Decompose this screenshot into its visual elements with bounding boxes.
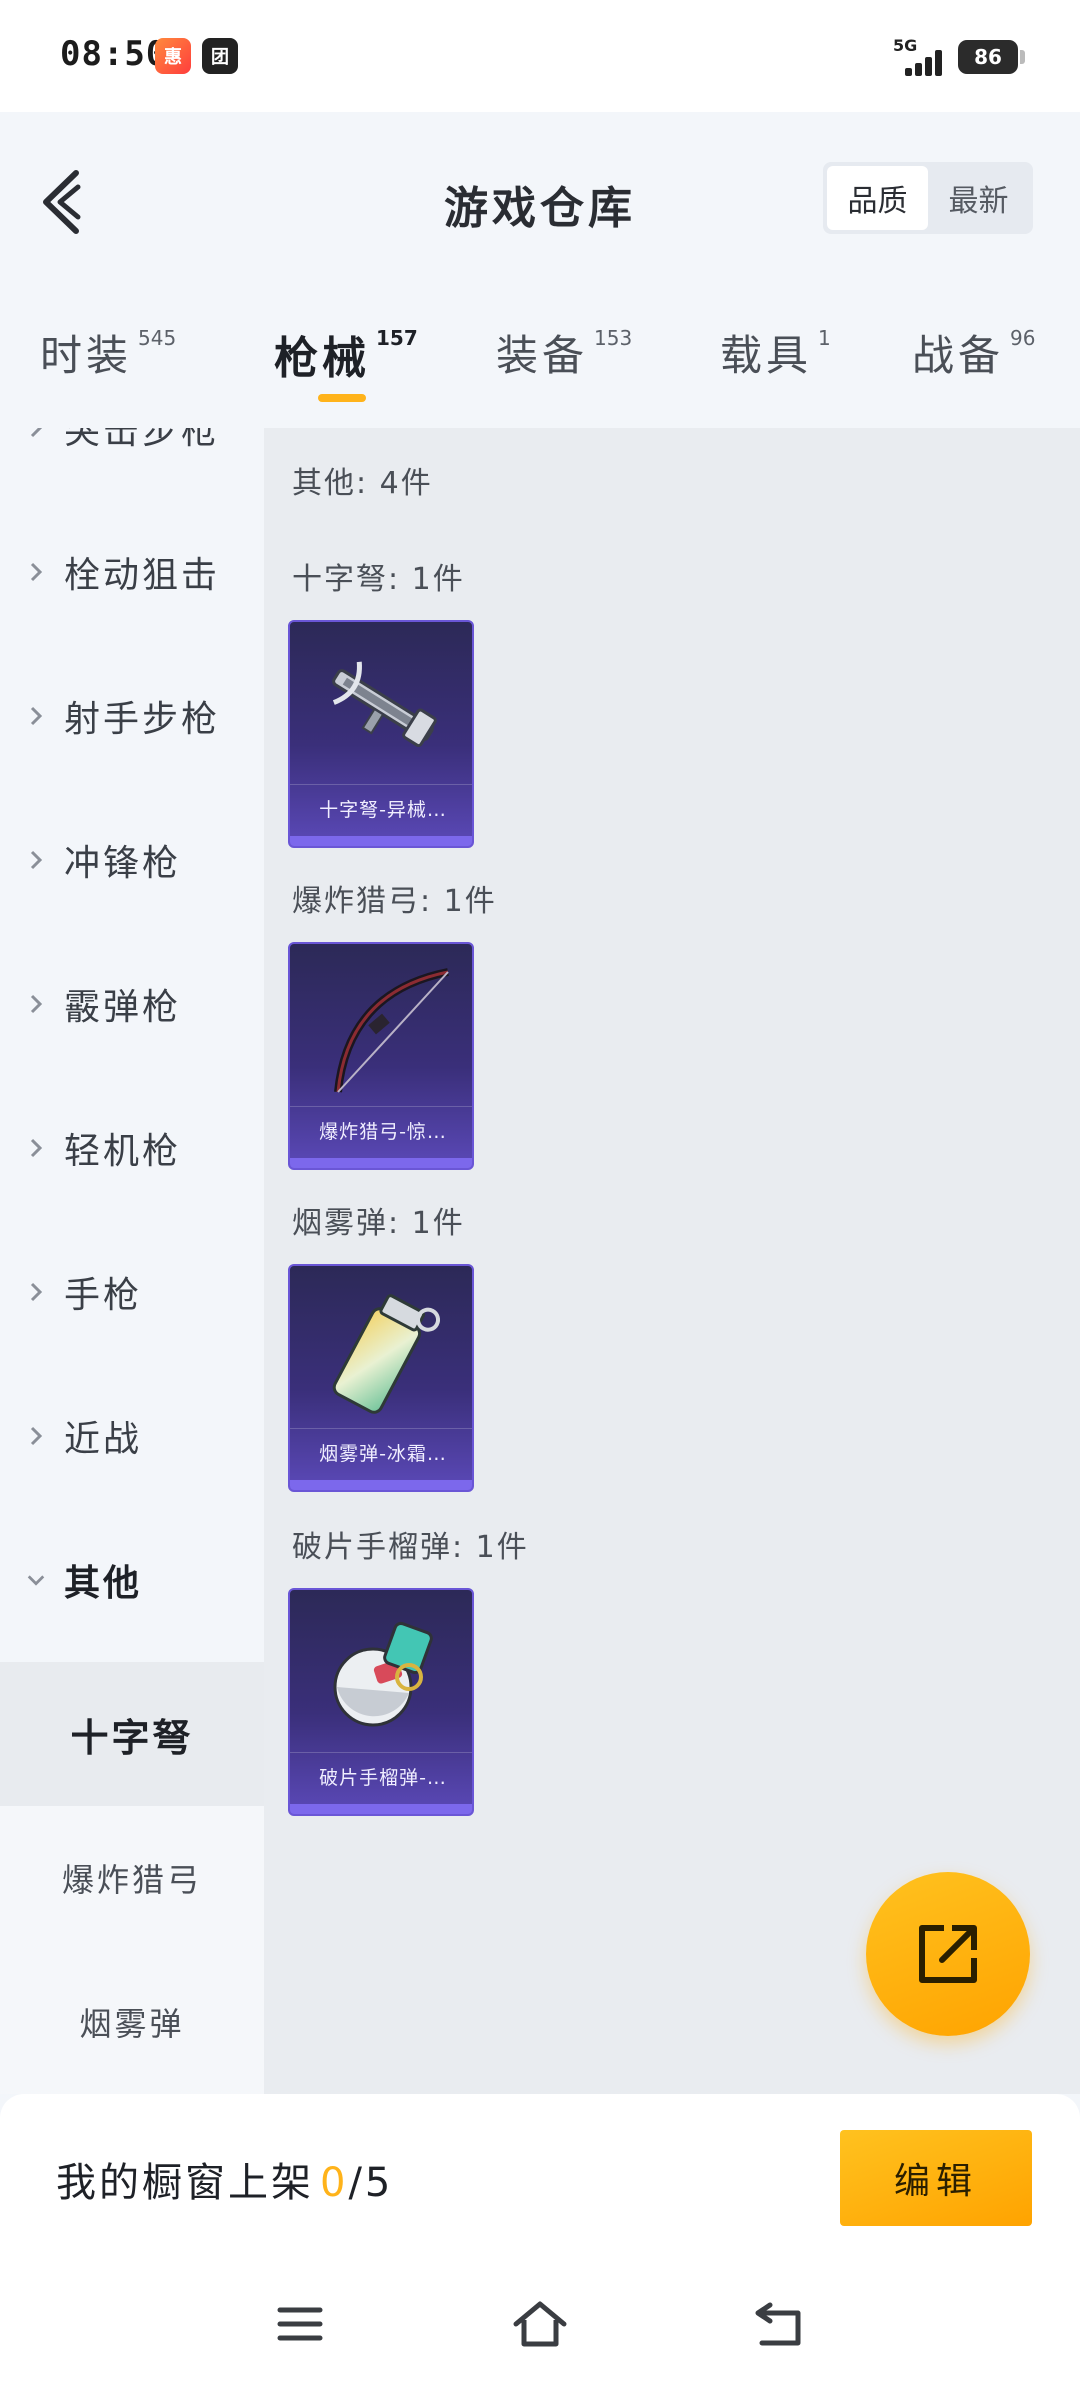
tab-label: 时装 — [40, 331, 133, 380]
showcase-total: /5 — [348, 2160, 394, 2206]
share-button[interactable] — [866, 1872, 1030, 2036]
sidebar-item-label: 轻机枪 — [64, 1131, 182, 1172]
chevron-down-icon — [26, 1570, 46, 1590]
active-tab-indicator — [318, 394, 366, 402]
chevron-right-icon — [26, 1426, 46, 1446]
sort-quality-button[interactable]: 品质 — [827, 166, 928, 230]
tab-count: 545 — [138, 326, 177, 350]
item-name: 十字弩-异械… — [290, 784, 472, 832]
menu-button[interactable] — [270, 2294, 330, 2354]
chevron-right-icon — [26, 562, 46, 582]
sidebar-item-label: 栓动狙击 — [64, 555, 221, 596]
tab-count: 153 — [594, 326, 633, 350]
category-tabs: 时装 545 枪械 157 装备 153 载具 1 战备 96 — [0, 292, 1080, 428]
tab-supplies[interactable]: 战备 96 — [912, 322, 1035, 383]
item-card[interactable]: 破片手榴弹-… — [288, 1588, 474, 1816]
showcase-label: 我的橱窗上架 — [56, 2160, 314, 2206]
item-card[interactable]: 烟雾弹-冰霜… — [288, 1264, 474, 1492]
item-card[interactable]: 爆炸猎弓-惊… — [288, 942, 474, 1170]
battery-icon: 86 — [958, 40, 1025, 74]
item-name: 破片手榴弹-… — [290, 1752, 472, 1800]
chevron-right-icon — [26, 706, 46, 726]
group-title: 爆炸猎弓: 1件 — [292, 884, 497, 919]
tab-fashion[interactable]: 时装 545 — [40, 322, 176, 383]
sidebar-item-melee[interactable]: 近战 — [0, 1364, 264, 1508]
signal-icon — [905, 48, 949, 76]
rarity-strip — [290, 1804, 472, 1814]
app-notification-icon: 团 — [202, 38, 238, 74]
tab-guns[interactable]: 枪械 157 — [274, 322, 418, 386]
item-name: 爆炸猎弓-惊… — [290, 1106, 472, 1154]
group-title: 破片手榴弹: 1件 — [292, 1530, 529, 1565]
menu-icon — [277, 2307, 323, 2341]
tab-count: 1 — [818, 326, 831, 350]
share-icon — [919, 1925, 977, 1983]
sidebar-sub-crossbow[interactable]: 十字弩 — [0, 1662, 264, 1806]
sidebar-item-bolt-sniper[interactable]: 栓动狙击 — [0, 500, 264, 644]
sidebar-item-other[interactable]: 其他 — [0, 1508, 264, 1652]
sidebar-item-label: 冲锋枪 — [64, 843, 182, 884]
sidebar-item-smg[interactable]: 冲锋枪 — [0, 788, 264, 932]
item-name: 烟雾弹-冰霜… — [290, 1428, 472, 1476]
tab-vehicles[interactable]: 载具 1 — [720, 322, 831, 383]
header: 游戏仓库 品质 最新 — [0, 112, 1080, 292]
bottom-bar: 我的橱窗上架 0 /5 编辑 — [0, 2094, 1080, 2264]
sidebar-item-label: 近战 — [64, 1419, 143, 1460]
sidebar-item-label: 突击步枪 — [64, 428, 221, 452]
sidebar-item-pistol[interactable]: 手枪 — [0, 1220, 264, 1364]
sidebar-item-label: 霰弹枪 — [64, 987, 182, 1028]
status-bar: 08:50 惠 团 5G 86 — [0, 0, 1080, 112]
sidebar-sub-smoke-grenade[interactable]: 烟雾弹 — [0, 1950, 264, 2094]
item-content: 其他: 4件 十字弩: 1件 十字弩-异械… 爆炸猎弓: 1件 爆炸猎弓-惊… … — [264, 428, 1080, 2094]
showcase-count: 0 — [320, 2160, 349, 2206]
tab-count: 157 — [376, 326, 418, 350]
chevron-right-icon — [26, 428, 46, 438]
group-title: 十字弩: 1件 — [292, 562, 465, 597]
tab-label: 战备 — [912, 331, 1005, 380]
sidebar-sub-explosive-bow[interactable]: 爆炸猎弓 — [0, 1806, 264, 1950]
rarity-strip — [290, 1158, 472, 1168]
back-nav-icon — [755, 2302, 801, 2346]
home-button[interactable] — [510, 2294, 570, 2354]
item-card[interactable]: 十字弩-异械… — [288, 620, 474, 848]
bow-icon — [290, 944, 472, 1110]
chevron-right-icon — [26, 1138, 46, 1158]
sort-newest-button[interactable]: 最新 — [928, 166, 1029, 230]
crossbow-icon — [290, 622, 472, 788]
chevron-right-icon — [26, 994, 46, 1014]
system-navigation — [0, 2264, 1080, 2388]
chevron-right-icon — [26, 850, 46, 870]
rarity-strip — [290, 836, 472, 846]
sidebar-item-marksman-rifle[interactable]: 射手步枪 — [0, 644, 264, 788]
tab-label: 装备 — [496, 331, 589, 380]
sidebar-item-label: 射手步枪 — [64, 699, 221, 740]
tab-equipment[interactable]: 装备 153 — [496, 322, 632, 383]
edit-button[interactable]: 编辑 — [840, 2130, 1032, 2226]
app-notification-icon: 惠 — [155, 38, 191, 74]
tab-count: 96 — [1010, 326, 1036, 350]
home-icon — [513, 2301, 567, 2347]
rarity-strip — [290, 1480, 472, 1490]
showcase-status: 我的橱窗上架 0 /5 — [56, 2150, 393, 2208]
sidebar-item-label: 其他 — [64, 1563, 143, 1604]
sidebar-item-shotgun[interactable]: 霰弹枪 — [0, 932, 264, 1076]
sidebar-item-label: 手枪 — [64, 1275, 143, 1316]
status-time: 08:50 — [60, 34, 168, 74]
sidebar-item-assault-rifle[interactable]: 突击步枪 — [0, 428, 264, 500]
sort-toggle: 品质 最新 — [823, 162, 1033, 234]
sidebar-item-lmg[interactable]: 轻机枪 — [0, 1076, 264, 1220]
chevron-right-icon — [26, 1282, 46, 1302]
sidebar: 突击步枪 栓动狙击 射手步枪 冲锋枪 霰弹枪 轻机枪 手枪 近战 其他 十字弩 … — [0, 428, 264, 2094]
frag-grenade-icon — [290, 1590, 472, 1756]
tab-label: 枪械 — [274, 333, 370, 384]
back-nav-button[interactable] — [750, 2294, 810, 2354]
category-summary: 其他: 4件 — [292, 466, 433, 501]
group-title: 烟雾弹: 1件 — [292, 1206, 465, 1241]
tab-label: 载具 — [720, 331, 813, 380]
smoke-grenade-icon — [290, 1266, 472, 1432]
